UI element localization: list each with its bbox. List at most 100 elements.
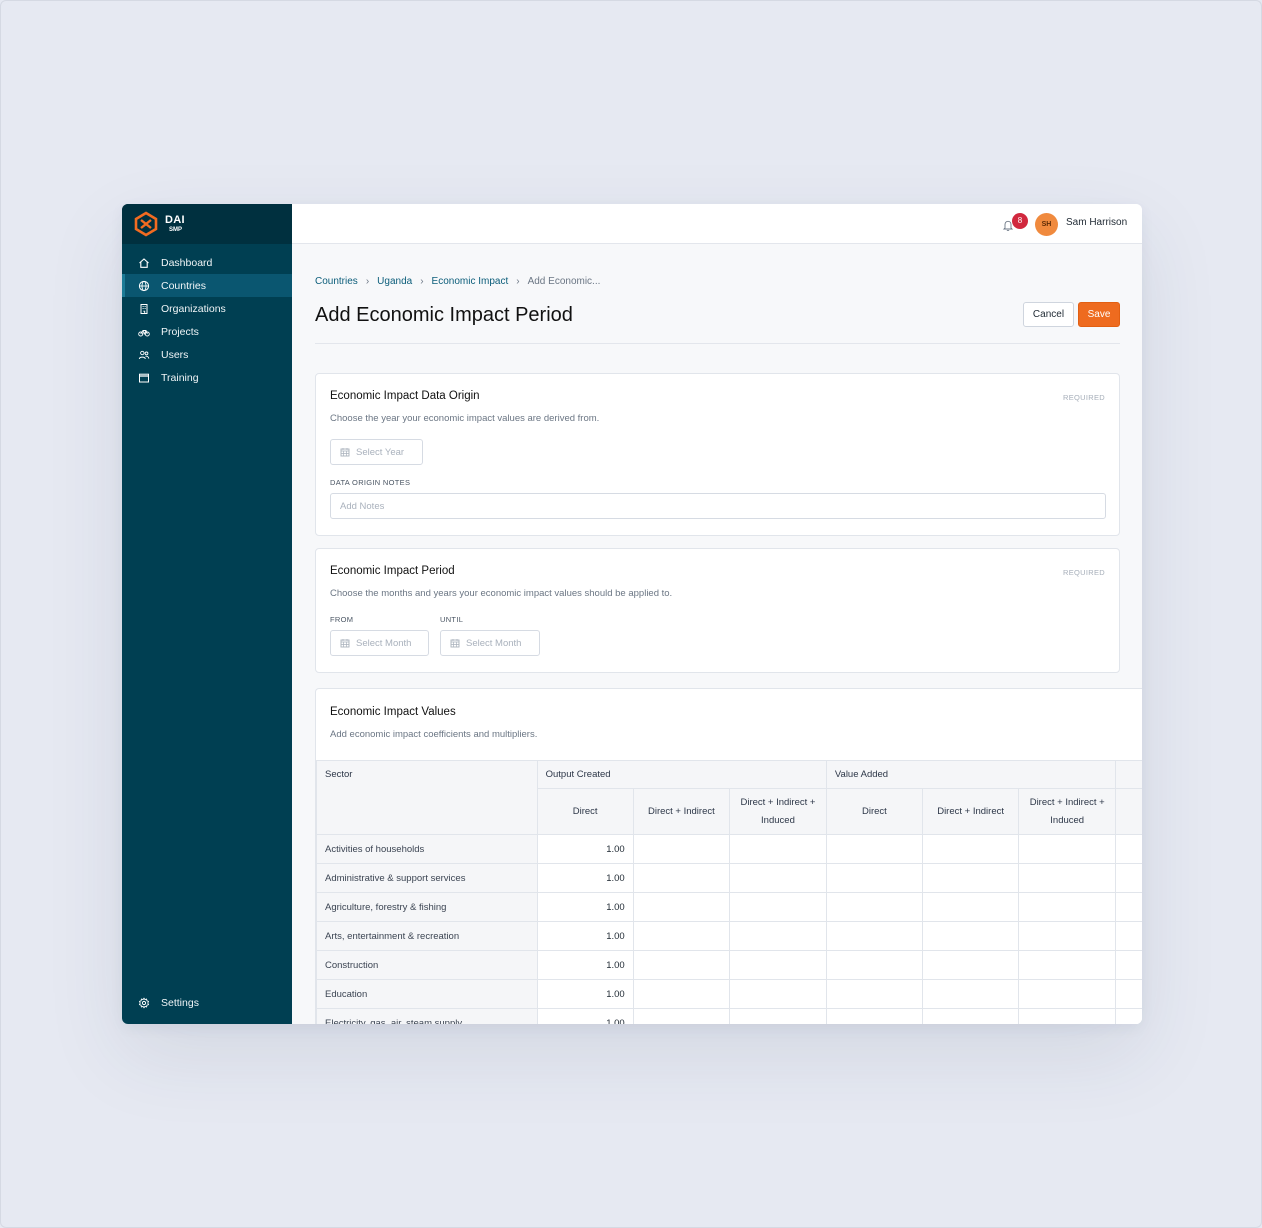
value-input[interactable] xyxy=(729,834,827,864)
value-input-direct[interactable]: 1.00 xyxy=(536,892,634,922)
sidebar: DAI SMP Dashboard Countries Organization… xyxy=(122,204,292,1024)
subheader-direct-indirect-induced: Direct + Indirect + Induced xyxy=(729,788,827,835)
value-input-direct[interactable]: 1.00 xyxy=(536,979,634,1009)
values-card: Economic Impact Values Add economic impa… xyxy=(315,688,1142,1024)
group-header-output-created: Output Created xyxy=(536,760,827,789)
value-input[interactable] xyxy=(1018,1008,1117,1024)
card-title: Economic Impact Period xyxy=(330,565,455,577)
from-label: FROM xyxy=(330,615,354,624)
value-input[interactable] xyxy=(921,892,1020,922)
value-input[interactable] xyxy=(825,892,923,922)
value-input-overflow[interactable] xyxy=(1115,921,1142,951)
value-input-direct[interactable]: 1.00 xyxy=(536,863,634,893)
year-select[interactable]: Select Year xyxy=(330,439,423,465)
subheader-text: Direct + Indirect + Induced xyxy=(1029,796,1105,826)
breadcrumb-current: Add Economic... xyxy=(527,276,601,287)
value-input[interactable] xyxy=(825,950,923,980)
sidebar-item-countries[interactable]: Countries xyxy=(122,274,292,297)
sector-cell: Administrative & support services xyxy=(316,863,538,893)
value-input[interactable] xyxy=(1018,863,1117,893)
value-input[interactable] xyxy=(1018,892,1117,922)
card-title: Economic Impact Data Origin xyxy=(330,390,480,402)
year-placeholder: Select Year xyxy=(356,446,405,458)
value-input[interactable] xyxy=(825,1008,923,1024)
value-input[interactable] xyxy=(632,863,731,893)
value-input[interactable] xyxy=(825,921,923,951)
value-input[interactable] xyxy=(921,1008,1020,1024)
sidebar-item-projects[interactable]: Projects xyxy=(122,320,292,343)
brand[interactable]: DAI SMP xyxy=(122,204,292,244)
value-input[interactable] xyxy=(825,979,923,1009)
sidebar-item-label: Training xyxy=(161,371,199,384)
period-card: Economic Impact Period REQUIRED Choose t… xyxy=(315,548,1120,673)
value-input[interactable] xyxy=(632,834,731,864)
value-input-direct[interactable]: 1.00 xyxy=(536,921,634,951)
sidebar-item-settings[interactable]: Settings xyxy=(122,991,292,1014)
value-input-direct[interactable]: 1.00 xyxy=(536,950,634,980)
breadcrumb-link-economic-impact[interactable]: Economic Impact xyxy=(432,276,509,287)
subheader-text: Direct + Indirect + Induced xyxy=(740,796,816,826)
value-input[interactable] xyxy=(1018,979,1117,1009)
value-input[interactable] xyxy=(729,863,827,893)
value-input[interactable] xyxy=(921,979,1020,1009)
value-input[interactable] xyxy=(921,950,1020,980)
value-input[interactable] xyxy=(729,979,827,1009)
logo-icon xyxy=(134,211,158,237)
value-input[interactable] xyxy=(632,979,731,1009)
sector-cell: Electricity, gas, air, steam supply xyxy=(316,1008,538,1024)
breadcrumb-link-uganda[interactable]: Uganda xyxy=(377,276,412,287)
value-input[interactable] xyxy=(825,834,923,864)
value-input-overflow[interactable] xyxy=(1115,1008,1142,1024)
sidebar-item-organizations[interactable]: Organizations xyxy=(122,297,292,320)
user-name[interactable]: Sam Harrison xyxy=(1066,217,1127,228)
users-icon xyxy=(138,350,150,359)
sidebar-item-dashboard[interactable]: Dashboard xyxy=(122,251,292,274)
value-input[interactable] xyxy=(632,1008,731,1024)
value-input[interactable] xyxy=(632,950,731,980)
notes-input[interactable]: Add Notes xyxy=(330,493,1106,519)
topbar: 8 SH Sam Harrison xyxy=(292,204,1142,244)
value-input[interactable] xyxy=(632,892,731,922)
from-month-select[interactable]: Select Month xyxy=(330,630,429,656)
value-input-overflow[interactable] xyxy=(1115,863,1142,893)
chevron-right-icon: › xyxy=(420,276,424,287)
value-input[interactable] xyxy=(632,921,731,951)
chevron-right-icon: › xyxy=(365,276,370,287)
page-title: Add Economic Impact Period xyxy=(315,304,573,326)
value-input[interactable] xyxy=(825,863,923,893)
value-input-direct[interactable]: 1.00 xyxy=(536,834,634,864)
value-input[interactable] xyxy=(921,863,1020,893)
breadcrumb-link-countries[interactable]: Countries xyxy=(315,276,358,287)
value-input[interactable] xyxy=(1018,921,1117,951)
value-input-overflow[interactable] xyxy=(1115,979,1142,1009)
value-input[interactable] xyxy=(921,921,1020,951)
value-input[interactable] xyxy=(729,921,827,951)
value-input[interactable] xyxy=(729,1008,827,1024)
brand-name: DAI xyxy=(165,214,185,226)
notification-badge[interactable]: 8 xyxy=(1012,213,1028,229)
value-input[interactable] xyxy=(729,892,827,922)
sidebar-item-users[interactable]: Users xyxy=(122,343,292,366)
sidebar-item-label: Organizations xyxy=(161,302,226,315)
until-month-select[interactable]: Select Month xyxy=(440,630,540,656)
value-input-direct[interactable]: 1.00 xyxy=(536,1008,634,1024)
value-input[interactable] xyxy=(1018,834,1117,864)
cancel-button[interactable]: Cancel xyxy=(1023,302,1074,327)
avatar[interactable]: SH xyxy=(1035,213,1058,236)
table-row: Construction 1.00 xyxy=(316,950,1142,980)
value-input[interactable] xyxy=(1018,950,1117,980)
save-button[interactable]: Save xyxy=(1078,302,1120,327)
card-description: Choose the months and years your economi… xyxy=(330,588,673,599)
value-input-overflow[interactable] xyxy=(1115,834,1142,864)
app-window: DAI SMP Dashboard Countries Organization… xyxy=(122,204,1142,1024)
subheader-direct: Direct xyxy=(536,788,634,835)
home-icon xyxy=(139,257,149,268)
value-input[interactable] xyxy=(921,834,1020,864)
value-input-overflow[interactable] xyxy=(1115,950,1142,980)
subheader-direct-indirect: Direct + Indirect xyxy=(632,788,731,835)
value-input[interactable] xyxy=(729,950,827,980)
value-input-overflow[interactable] xyxy=(1115,892,1142,922)
calendar-icon xyxy=(340,448,350,457)
calendar-icon xyxy=(340,639,350,648)
sidebar-item-training[interactable]: Training xyxy=(122,366,292,389)
